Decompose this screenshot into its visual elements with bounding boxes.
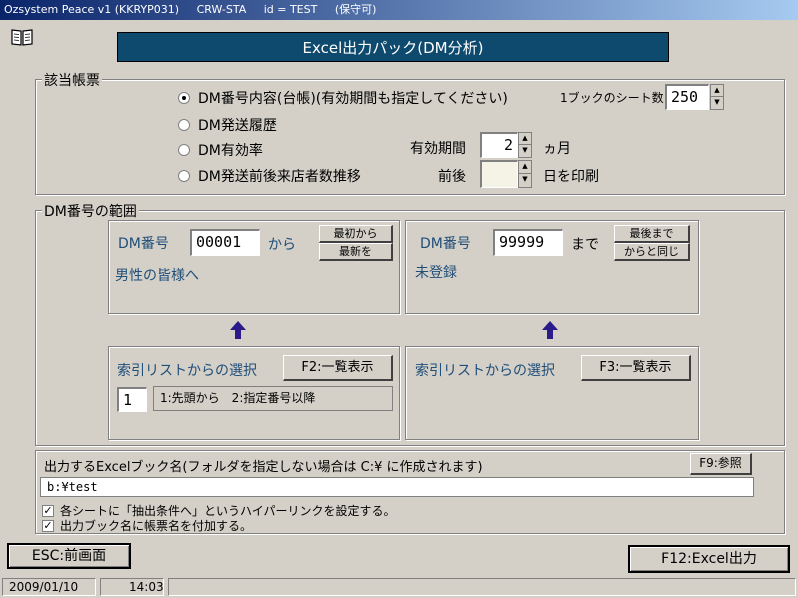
around-days-unit: 日を印刷 <box>543 169 599 185</box>
mode-label: (保守可) <box>334 3 377 16</box>
radio-option-3[interactable]: DM有効率 <box>178 140 263 160</box>
spin-down-icon[interactable]: ▼ <box>519 174 531 187</box>
radio-button[interactable] <box>178 119 190 131</box>
to-suffix: まで <box>571 237 599 253</box>
radio-label: DM発送前後来店者数推移 <box>198 169 361 185</box>
spin-up-icon[interactable]: ▲ <box>519 133 531 145</box>
f9-browse-button[interactable]: F9:参照 <box>690 453 752 475</box>
around-days-input[interactable] <box>480 160 518 188</box>
around-days-label: 前後 <box>438 169 466 185</box>
status-bar: 2009/01/10 14:03 <box>2 578 796 596</box>
to-last-button[interactable]: 最後まで <box>614 225 690 243</box>
esc-back-button[interactable]: ESC:前画面 <box>7 543 131 569</box>
sheets-spinner[interactable]: ▲ ▼ <box>710 84 724 110</box>
radio-button[interactable] <box>178 144 190 156</box>
to-same-button[interactable]: からと同じ <box>614 243 690 261</box>
range-group-label: DM番号の範囲 <box>42 201 139 221</box>
index-mode-input[interactable]: 1 <box>117 387 147 412</box>
hyperlink-checkbox[interactable]: ✓ <box>42 505 54 517</box>
from-dm-label: DM番号 <box>118 236 169 252</box>
output-path-input[interactable]: b:¥test <box>40 477 754 497</box>
append-name-checkbox[interactable]: ✓ <box>42 520 54 532</box>
arrow-up-icon <box>542 321 558 339</box>
from-suffix: から <box>268 237 296 253</box>
radio-button[interactable] <box>178 170 190 182</box>
from-dm-input[interactable]: 00001 <box>190 229 260 256</box>
f3-list-button[interactable]: F3:一覧表示 <box>581 355 691 381</box>
spin-up-icon[interactable]: ▲ <box>711 85 723 97</box>
valid-period-spinner[interactable]: ▲ ▼ <box>518 132 532 158</box>
around-days-spinner[interactable]: ▲ ▼ <box>518 160 532 188</box>
radio-option-2[interactable]: DM発送履歴 <box>178 115 277 135</box>
radio-label: DM番号内容(台帳)(有効期間も指定してください) <box>198 91 508 107</box>
radio-button[interactable] <box>178 92 190 104</box>
f12-excel-output-button[interactable]: F12:Excel出力 <box>628 545 790 573</box>
station-name: CRW-STA <box>196 3 247 16</box>
valid-period-input[interactable]: 2 <box>480 132 518 158</box>
from-dm-name: 男性の皆様へ <box>115 268 199 284</box>
radio-label: DM発送履歴 <box>198 118 277 134</box>
app-title: Ozsystem Peace v1 (KKRYP031) <box>4 3 180 16</box>
arrow-up-icon <box>230 321 246 339</box>
index-left-label: 索引リストからの選択 <box>117 363 257 379</box>
output-label: 出力するExcelブック名(フォルダを指定しない場合は C:¥ に作成されます) <box>44 460 483 475</box>
valid-period-label: 有効期間 <box>410 141 466 157</box>
valid-period-unit: ヵ月 <box>543 141 571 157</box>
sheets-label: 1ブックのシート数 <box>560 91 664 105</box>
status-date: 2009/01/10 <box>2 578 96 596</box>
screen-banner: Excel出力パック(DM分析) <box>117 32 669 62</box>
status-time: 14:03 <box>100 578 164 596</box>
spin-down-icon[interactable]: ▼ <box>519 145 531 157</box>
book-icon[interactable] <box>10 27 34 47</box>
to-dm-label: DM番号 <box>420 236 471 252</box>
user-id: id = TEST <box>263 3 318 16</box>
status-panel <box>168 578 796 596</box>
spin-down-icon[interactable]: ▼ <box>711 97 723 109</box>
f2-list-button[interactable]: F2:一覧表示 <box>283 355 393 381</box>
from-first-button[interactable]: 最初から <box>319 225 393 243</box>
to-dm-name: 未登録 <box>415 265 457 281</box>
append-name-label: 出力ブック名に帳票名を付加する。 <box>60 519 253 533</box>
sheets-input[interactable]: 250 <box>665 84 709 110</box>
index-mode-hint: 1:先頭から 2:指定番号以降 <box>153 386 393 411</box>
radio-option-4[interactable]: DM発送前後来店者数推移 <box>178 166 361 186</box>
index-right-label: 索引リストからの選択 <box>415 363 555 379</box>
report-group-label: 該当帳票 <box>42 70 102 90</box>
radio-option-1[interactable]: DM番号内容(台帳)(有効期間も指定してください) <box>178 88 508 108</box>
title-bar: Ozsystem Peace v1 (KKRYP031) CRW-STA id … <box>0 0 798 20</box>
spin-up-icon[interactable]: ▲ <box>519 161 531 174</box>
to-dm-input[interactable]: 99999 <box>493 229 563 256</box>
radio-label: DM有効率 <box>198 143 263 159</box>
from-newest-button[interactable]: 最新を <box>319 243 393 261</box>
